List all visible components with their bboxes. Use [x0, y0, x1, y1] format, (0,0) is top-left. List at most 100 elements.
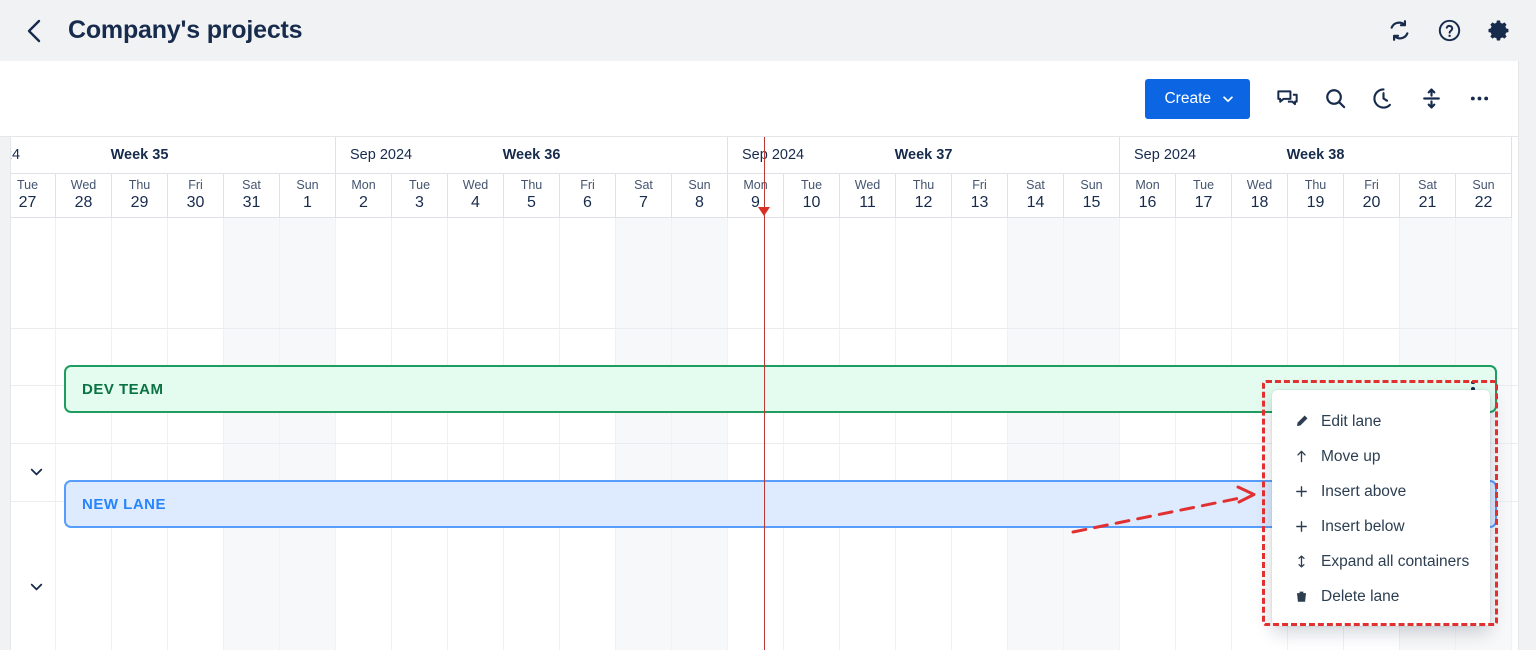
create-button-label: Create	[1164, 90, 1211, 108]
grid-column	[784, 218, 840, 650]
chevron-down-icon	[28, 578, 45, 595]
day-name-label: Fri	[1364, 179, 1379, 193]
week-month-label: Sep 2024	[350, 147, 412, 163]
day-header-cell[interactable]: Sun15	[1064, 174, 1120, 218]
lane-toggle-new-lane[interactable]	[22, 572, 50, 600]
day-header-cell[interactable]: Wed18	[1232, 174, 1288, 218]
history-button[interactable]	[1370, 86, 1396, 112]
context-menu-item[interactable]: Insert below	[1272, 509, 1490, 544]
day-number-label: 4	[471, 194, 480, 212]
lane-context-menu[interactable]: Edit lane Move up Insert above Insert below…	[1272, 390, 1490, 626]
more-options-icon	[1467, 86, 1492, 111]
day-header-cell[interactable]: Sun8	[672, 174, 728, 218]
expand-vertical-icon	[1294, 553, 1309, 571]
week-header-cell: Aug 2024Week 35	[0, 137, 336, 174]
grid-column	[56, 218, 112, 650]
day-name-label: Fri	[580, 179, 595, 193]
day-header-cell[interactable]: Thu5	[504, 174, 560, 218]
comments-button[interactable]	[1274, 86, 1300, 112]
day-header-cell[interactable]: Tue10	[784, 174, 840, 218]
day-header-cell[interactable]: Sat14	[1008, 174, 1064, 218]
day-name-label: Sat	[242, 179, 261, 193]
context-menu-item-label: Insert above	[1321, 483, 1406, 501]
grid-column	[1176, 218, 1232, 650]
day-header-cell[interactable]: Sat21	[1400, 174, 1456, 218]
day-header-cell[interactable]: Sat31	[224, 174, 280, 218]
settings-button[interactable]	[1484, 16, 1514, 46]
day-header-cell[interactable]: Tue3	[392, 174, 448, 218]
day-header-cell[interactable]: Wed11	[840, 174, 896, 218]
day-number-label: 2	[359, 194, 368, 212]
day-name-label: Sat	[1026, 179, 1045, 193]
day-name-label: Tue	[1193, 179, 1214, 193]
week-header-cell: Sep 2024Week 38	[1120, 137, 1512, 174]
lane-title: DEV TEAM	[82, 381, 164, 398]
day-header-cell[interactable]: Mon16	[1120, 174, 1176, 218]
context-menu-item[interactable]: Move up	[1272, 439, 1490, 474]
context-menu-item[interactable]: Delete lane	[1272, 579, 1490, 614]
day-header-cell[interactable]: Thu29	[112, 174, 168, 218]
header-actions	[1384, 16, 1514, 46]
day-name-label: Sun	[1080, 179, 1102, 193]
context-menu-item[interactable]: Expand all containers	[1272, 544, 1490, 579]
day-name-label: Mon	[1135, 179, 1159, 193]
day-header-cell[interactable]: Thu12	[896, 174, 952, 218]
day-number-label: 6	[583, 194, 592, 212]
day-number-label: 22	[1475, 194, 1493, 212]
day-header-cell[interactable]: Fri20	[1344, 174, 1400, 218]
day-header-cell[interactable]: Mon2	[336, 174, 392, 218]
gantt-app: Company's projects	[0, 0, 1536, 650]
grid-column	[112, 218, 168, 650]
day-header-cell[interactable]: Thu19	[1288, 174, 1344, 218]
day-number-label: 18	[1251, 194, 1269, 212]
day-header-cell[interactable]: Sun1	[280, 174, 336, 218]
day-header-cell[interactable]: Fri13	[952, 174, 1008, 218]
refresh-button[interactable]	[1384, 16, 1414, 46]
day-header-cell[interactable]: Mon9	[728, 174, 784, 218]
day-header-row: Mon26Tue27Wed28Thu29Fri30Sat31Sun1Mon2Tu…	[0, 174, 1512, 218]
day-header-cell[interactable]: Fri30	[168, 174, 224, 218]
context-menu-item-label: Insert below	[1321, 518, 1405, 536]
search-button[interactable]	[1322, 86, 1348, 112]
right-scroll-gutter[interactable]	[1518, 61, 1536, 650]
day-header-cell[interactable]: Wed28	[56, 174, 112, 218]
chevron-down-icon	[28, 463, 45, 480]
day-header-cell[interactable]: Sun22	[1456, 174, 1512, 218]
day-name-label: Thu	[1305, 179, 1327, 193]
grid-column	[840, 218, 896, 650]
day-name-label: Thu	[129, 179, 151, 193]
grid-column	[504, 218, 560, 650]
plus-icon	[1294, 483, 1309, 501]
fit-view-button[interactable]	[1418, 86, 1444, 112]
chevron-left-icon	[26, 18, 43, 44]
context-menu-item[interactable]: Edit lane	[1272, 404, 1490, 439]
create-button[interactable]: Create	[1145, 79, 1250, 119]
day-name-label: Wed	[463, 179, 488, 193]
grid-column	[896, 218, 952, 650]
day-name-label: Wed	[1247, 179, 1272, 193]
day-name-label: Sun	[688, 179, 710, 193]
day-name-label: Sat	[1418, 179, 1437, 193]
lane-toggle-dev-team[interactable]	[22, 457, 50, 485]
day-number-label: 15	[1083, 194, 1101, 212]
context-menu-item-label: Edit lane	[1321, 413, 1381, 431]
grid-column	[392, 218, 448, 650]
day-header-cell[interactable]: Fri6	[560, 174, 616, 218]
day-name-label: Wed	[71, 179, 96, 193]
today-marker-arrow	[758, 207, 770, 216]
grid-column	[336, 218, 392, 650]
day-header-cell[interactable]: Tue17	[1176, 174, 1232, 218]
day-header-cell[interactable]: Wed4	[448, 174, 504, 218]
more-options-button[interactable]	[1466, 86, 1492, 112]
page-title: Company's projects	[68, 16, 302, 45]
back-button[interactable]	[12, 9, 56, 53]
day-header-cell[interactable]: Sat7	[616, 174, 672, 218]
week-month-label: Sep 2024	[1134, 147, 1196, 163]
day-number-label: 30	[187, 194, 205, 212]
day-name-label: Wed	[855, 179, 880, 193]
week-header-cell: Sep 2024Week 37	[728, 137, 1120, 174]
day-number-label: 20	[1363, 194, 1381, 212]
help-button[interactable]	[1434, 16, 1464, 46]
grid-column	[1064, 218, 1120, 650]
context-menu-item[interactable]: Insert above	[1272, 474, 1490, 509]
